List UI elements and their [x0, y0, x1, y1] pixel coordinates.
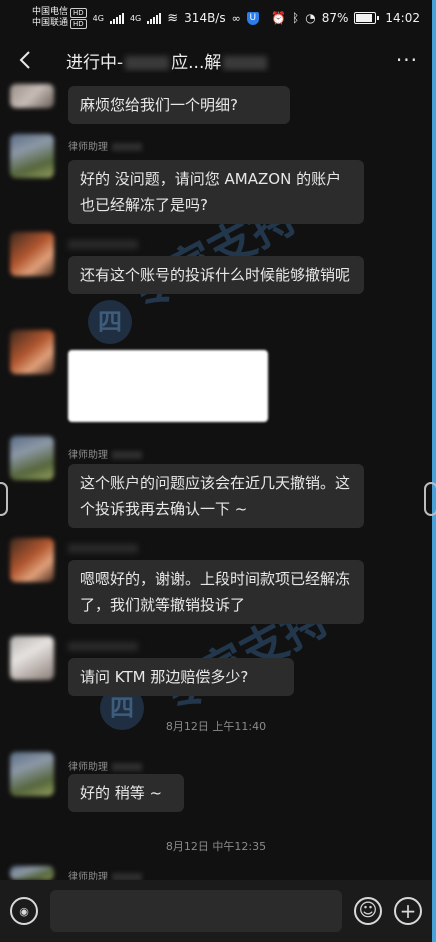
right-edge-handle[interactable] — [424, 482, 436, 516]
chat-header: 进行中- 应...解 ··· — [0, 38, 432, 82]
avatar[interactable] — [10, 866, 54, 880]
shield-icon: U — [246, 11, 259, 25]
bluetooth-icon: ᛒ — [292, 11, 300, 25]
network-2: 4G — [129, 13, 142, 23]
emoji-button[interactable]: ☺ — [354, 897, 382, 925]
sender-name: 律师助理 — [68, 446, 142, 461]
sender-name: 律师助理 — [68, 138, 142, 153]
message-bubble[interactable]: 这个账户的问题应该会在近几天撤销。这个投诉我再去确认一下 ~ — [68, 464, 364, 528]
title-mid: 应...解 — [171, 52, 222, 73]
plus-icon: + — [399, 899, 417, 923]
message-input[interactable] — [50, 890, 342, 932]
signal-icon — [109, 12, 124, 24]
voice-icon: ◉ — [19, 904, 29, 918]
title-redaction — [125, 55, 170, 70]
carrier-line-2: 中国联通 HD — [32, 18, 87, 29]
title-start: 进行中- — [66, 52, 124, 73]
avatar[interactable] — [10, 436, 54, 480]
left-edge-handle[interactable] — [0, 482, 8, 516]
status-bar: 中国电信 HD 中国联通 HD 4G 4G ≋ 314B/s ∞ U ⏰ ᛒ ◔… — [0, 0, 432, 36]
carrier-line-1: 中国电信 HD — [32, 7, 87, 18]
avatar[interactable] — [10, 538, 54, 582]
voice-button[interactable]: ◉ — [10, 897, 38, 925]
speedometer-icon: ◔ — [305, 11, 316, 25]
frame-edge — [432, 0, 436, 942]
message-bubble[interactable]: 嗯嗯好的，谢谢。上段时间款项已经解冻了，我们就等撤销投诉了 — [68, 560, 364, 624]
chat-title: 进行中- 应...解 — [66, 48, 396, 73]
watermark-logo-icon: 四 — [88, 300, 132, 344]
message-bubble[interactable]: 还有这个账号的投诉什么时候能够撤销呢 — [68, 256, 364, 294]
battery-icon — [354, 12, 380, 24]
battery-fill — [356, 14, 373, 22]
hd-badge: HD — [70, 18, 87, 29]
carriers: 中国电信 HD 中国联通 HD — [32, 7, 87, 29]
message-list[interactable]: 四 专家支持 四 专家支持 麻烦您给我们一个明细? 律师助理 好的 没问题，请问… — [0, 82, 432, 883]
message-bubble[interactable]: 请问 KTM 那边赔偿多少? — [68, 658, 294, 696]
clock: 14:02 — [385, 11, 420, 25]
hd-badge: HD — [70, 7, 87, 18]
avatar[interactable] — [10, 330, 54, 374]
avatar[interactable] — [10, 84, 54, 108]
sender-name-redacted — [68, 240, 138, 249]
alarm-icon: ⏰ — [271, 11, 287, 25]
message-bubble[interactable]: 麻烦您给我们一个明细? — [68, 86, 290, 124]
avatar[interactable] — [10, 232, 54, 276]
avatar[interactable] — [10, 636, 54, 680]
input-bar: ◉ ☺ + — [0, 880, 432, 942]
redacted-image-bubble[interactable] — [68, 350, 268, 422]
avatar[interactable] — [10, 752, 54, 796]
back-button[interactable] — [14, 48, 38, 72]
net-speed: 314B/s — [184, 11, 226, 25]
signal-icon — [147, 12, 162, 24]
plus-button[interactable]: + — [394, 897, 422, 925]
sender-name-redacted — [68, 544, 138, 553]
cloud-icon: ∞ — [231, 11, 241, 25]
status-left: 中国电信 HD 中国联通 HD 4G 4G ≋ 314B/s ∞ U — [32, 7, 259, 29]
title-redaction — [223, 55, 268, 70]
more-dots-icon: ··· — [395, 48, 418, 72]
sender-name: 律师助理 — [68, 758, 142, 773]
chevron-left-icon — [19, 51, 30, 69]
carrier-2: 中国联通 — [32, 18, 69, 28]
network-1: 4G — [92, 13, 104, 23]
timestamp: 8月12日 上午11:40 — [165, 720, 267, 733]
status-right: ⏰ ᛒ ◔ 87% 14:02 — [271, 11, 420, 25]
more-button[interactable]: ··· — [396, 48, 418, 72]
timestamp: 8月12日 中午12:35 — [165, 840, 267, 853]
message-bubble[interactable]: 好的 没问题，请问您 AMAZON 的账户也已经解冻了是吗? — [68, 160, 364, 224]
battery-percent: 87% — [321, 11, 349, 25]
avatar[interactable] — [10, 134, 54, 178]
carrier-1: 中国电信 — [32, 7, 69, 17]
wifi-icon: ≋ — [167, 10, 179, 26]
emoji-icon: ☺ — [358, 900, 378, 921]
sender-name-redacted — [68, 642, 138, 651]
message-bubble[interactable]: 好的 稍等 ~ — [68, 774, 184, 812]
